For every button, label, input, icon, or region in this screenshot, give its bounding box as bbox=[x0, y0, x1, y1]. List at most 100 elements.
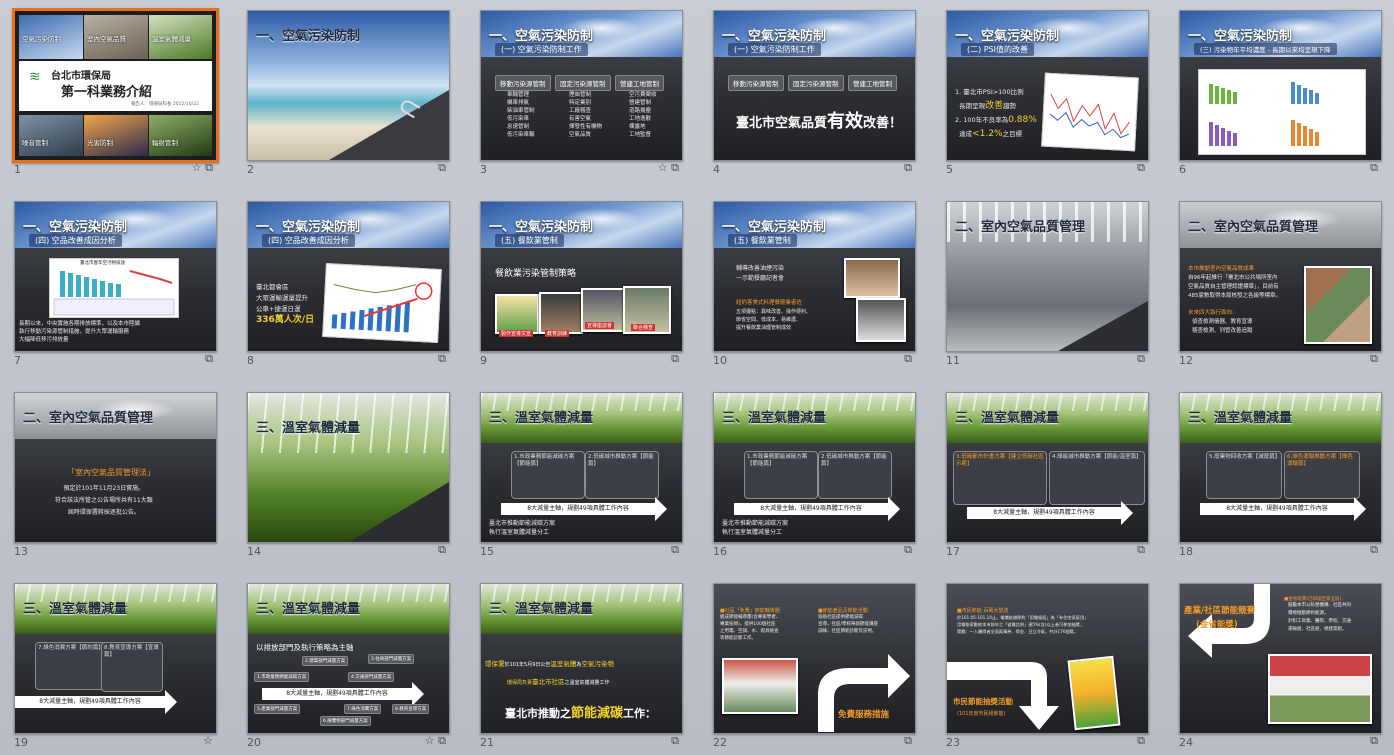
text-line: 2. 100年不良率為 bbox=[955, 116, 1009, 124]
transition-icon[interactable]: ⧉ bbox=[438, 543, 446, 556]
slide-number: 6 bbox=[1179, 163, 1186, 176]
slide-thumbnail-16[interactable]: 三、溫室氣體減量 1.市政業務節能減碳方案【節能篇】 2.低碳城市推動方案【節能… bbox=[713, 392, 916, 558]
slide-title: 三、溫室氣體減量 bbox=[23, 602, 128, 617]
slide-thumbnail-22[interactable]: ■社區「免費」節能輔導團 組成節能輔導團(含專家學者、 專業技師)，提供100個社… bbox=[713, 583, 916, 749]
transition-icon[interactable]: ⧉ bbox=[205, 352, 213, 365]
transition-icon[interactable]: ⧉ bbox=[904, 734, 912, 747]
slide-thumbnail-13[interactable]: 二、室內空氣品質管理 「室內空氣品質管理法」 預定於101年11月23日實施。符… bbox=[14, 392, 217, 558]
sector-pill: 6.廢棄物部門減量方案 bbox=[320, 716, 371, 726]
slide-title: 二、室內空氣品質管理 bbox=[23, 411, 154, 426]
cover-org: 台北市環保局 bbox=[51, 71, 111, 82]
axis-arrow: 8大減量主軸，規劃49項具體工作內容 bbox=[1200, 497, 1366, 521]
slide-number: 15 bbox=[480, 545, 494, 558]
slide-title: 三、溫室氣體減量 bbox=[1188, 411, 1293, 426]
slide-thumbnail-8[interactable]: 一、空氣污染防制 (四) 空品改善成因分析 臺北都會區 大眾運輸運量提升 公車+捷… bbox=[247, 201, 450, 367]
transition-icon[interactable]: ⧉ bbox=[1370, 161, 1378, 174]
slide-19-preview: 三、溫室氣體減量 7.綠色消費方案【節約篇】 8.教育宣導方案【宣導篇】 8大減… bbox=[14, 583, 217, 734]
cover-label: 溫室氣體減量 bbox=[152, 35, 191, 43]
slide-heading: 餐飲業污染管制策略 bbox=[495, 269, 577, 279]
text-line: 積極推動節約能源。 bbox=[1288, 611, 1329, 616]
transition-icon[interactable]: ⧉ bbox=[1137, 352, 1145, 365]
slide-thumbnail-11[interactable]: 二、室內空氣品質管理 11 ⧉ bbox=[946, 201, 1149, 367]
pollutant-bar-charts bbox=[1209, 82, 1319, 146]
transition-icon[interactable]: ⧉ bbox=[1137, 161, 1145, 174]
slide-16-preview: 三、溫室氣體減量 1.市政業務節能減碳方案【節能篇】 2.低碳城市推動方案【節能… bbox=[713, 392, 916, 543]
transition-icon[interactable]: ⧉ bbox=[904, 352, 912, 365]
slide-12-preview: 二、室內空氣品質管理 本市推動室內空氣品質成果 自96年起推行「臺北市公共場所室… bbox=[1179, 201, 1382, 352]
slide-title: 三、溫室氣體減量 bbox=[489, 602, 594, 617]
slide-1-preview: 空氣污染防制 室內空氣品質 溫室氣體減量 ≋ 台北市環保局 第一科業務介紹 報告… bbox=[12, 8, 219, 163]
transition-icon[interactable]: ⧉ bbox=[904, 543, 912, 556]
transition-icon[interactable]: ⧉ bbox=[438, 161, 446, 174]
slide-thumbnail-9[interactable]: 一、空氣污染防制 (五) 餐飲業管制 餐飲業污染管制策略 製作宣導文宣 教育訓練… bbox=[480, 201, 683, 367]
animation-star-icon[interactable]: ☆ bbox=[658, 161, 668, 174]
slide-4-preview: 一、空氣污染防制 (一) 空氣污染防制工作 移動污染源管制 固定污染源管制 營建… bbox=[713, 10, 916, 161]
slide-title: 一、空氣污染防制 bbox=[722, 220, 827, 235]
transition-icon[interactable]: ⧉ bbox=[671, 352, 679, 365]
transition-icon[interactable]: ⧉ bbox=[1137, 734, 1145, 747]
cover-tile-radiation: 輻射管制 bbox=[149, 115, 212, 156]
transition-icon[interactable]: ⧉ bbox=[1137, 543, 1145, 556]
transition-icon[interactable]: ⧉ bbox=[1370, 543, 1378, 556]
axis-arrow-label: 8大減量主軸，規劃49項具體工作內容 bbox=[1226, 505, 1328, 512]
text-line: 長期以來，中央實施各期排放標準，以及本市陸續 bbox=[19, 321, 141, 327]
transition-icon[interactable]: ⧉ bbox=[671, 734, 679, 747]
transition-icon[interactable]: ⧉ bbox=[671, 543, 679, 556]
slide-thumbnail-5[interactable]: 一、空氣污染防制 (二) PSI值的改善 1. 臺北市PSI>100比例 長期呈… bbox=[946, 10, 1149, 176]
slide-title: 一、空氣污染防制 bbox=[23, 220, 128, 235]
slide-thumbnail-21[interactable]: 三、溫室氣體減量 環保署於101年5月9日公告溫室氣體為空氣污染物 環保局負責臺… bbox=[480, 583, 683, 749]
animation-star-icon[interactable]: ☆ bbox=[192, 161, 202, 174]
slide-thumbnail-1[interactable]: 空氣污染防制 室內空氣品質 溫室氣體減量 ≋ 台北市環保局 第一科業務介紹 報告… bbox=[12, 8, 219, 176]
text-emphasis: 0.88% bbox=[1008, 115, 1037, 125]
slide-number: 21 bbox=[480, 736, 494, 749]
slide-9-preview: 一、空氣污染防制 (五) 餐飲業管制 餐飲業污染管制策略 製作宣導文宣 教育訓練… bbox=[480, 201, 683, 352]
category-pill: 移動污染源管制 bbox=[495, 75, 551, 91]
slide-thumbnail-4[interactable]: 一、空氣污染防制 (一) 空氣污染防制工作 移動污染源管制 固定污染源管制 營建… bbox=[713, 10, 916, 176]
sector-pill: 7.綠色消費方案 bbox=[344, 704, 382, 714]
slide-thumbnail-15[interactable]: 三、溫室氣體減量 1.市政業務節能減碳方案【節能篇】 2.低碳城市推動方案【節能… bbox=[480, 392, 683, 558]
headline-text: 臺北市空氣品質 bbox=[736, 116, 828, 131]
transition-icon[interactable]: ⧉ bbox=[438, 734, 446, 747]
slide-thumbnail-18[interactable]: 三、溫室氣體減量 5.廢棄物回收方案【減廢篇】 6.綠色運輸推動方案【綠色運輸篇… bbox=[1179, 392, 1382, 558]
slide-thumbnail-12[interactable]: 二、室內空氣品質管理 本市推動室內空氣品質成果 自96年起推行「臺北市公共場所室… bbox=[1179, 201, 1382, 367]
slide-number: 1 bbox=[14, 163, 21, 176]
photo-restaurant-staff bbox=[856, 298, 906, 342]
slide-thumbnail-6[interactable]: 一、空氣污染防制 (三) 污染物年平均濃度 - 長期以來均呈現下降 6 ⧉ bbox=[1179, 10, 1382, 176]
slide-thumbnail-23[interactable]: ■市民節能 百萬大放送 於101.05-101.10止，電價依據節約「用電級距」… bbox=[946, 583, 1149, 749]
slide-thumbnail-2[interactable]: 一、空氣污染防制 ⊂ 2 ⧉ bbox=[247, 10, 450, 176]
transition-icon[interactable]: ⧉ bbox=[1370, 352, 1378, 365]
photo-caption: 製作宣導文宣 bbox=[499, 330, 534, 337]
slide-number: 2 bbox=[247, 163, 254, 176]
slide-number: 13 bbox=[14, 545, 28, 558]
slide-title: 一、空氣污染防制 bbox=[256, 220, 361, 235]
pollutant-charts-image bbox=[1198, 69, 1366, 155]
slide-thumbnail-20[interactable]: 三、溫室氣體減量 以排放部門及執行策略為主軸 2.建築部門減量方案 3.住商部門… bbox=[247, 583, 450, 749]
slide-thumbnail-17[interactable]: 三、溫室氣體減量 3.低碳都市計畫方案【建立低碳社區示範】 4.綠能城市推動方案… bbox=[946, 392, 1149, 558]
transition-icon[interactable]: ⧉ bbox=[904, 161, 912, 174]
plan-box: 4.綠能城市推動方案【節能/溫室篇】 bbox=[1049, 451, 1145, 505]
slide-thumbnail-7[interactable]: 一、空氣污染防制 (四) 空品改善成因分析 臺北市歷年空污物排放 長期以來，中央… bbox=[14, 201, 217, 367]
animation-star-icon[interactable]: ☆ bbox=[203, 734, 213, 747]
slide-thumbnail-3[interactable]: 一、空氣污染防制 (一) 空氣污染防制工作 移動污染源管制 固定污染源管制 營建… bbox=[480, 10, 683, 176]
slide-thumbnail-10[interactable]: 一、空氣污染防制 (五) 餐飲業管制 輔導改善油煙污染 一示範餐廳記者會 紐約客美… bbox=[713, 201, 916, 367]
list-item: 低污染車 bbox=[507, 116, 530, 122]
plan-box: 5.廢棄物回收方案【減廢篇】 bbox=[1206, 451, 1282, 499]
cover-meta: 報告人：環保局科長 2012/10/22 bbox=[131, 102, 199, 107]
transition-icon[interactable]: ⧉ bbox=[205, 161, 213, 174]
slide-thumbnail-19[interactable]: 三、溫室氣體減量 7.綠色消費方案【節約篇】 8.教育宣導方案【宣導篇】 8大減… bbox=[14, 583, 217, 749]
plan-box: 1.市政業務節能減碳方案【節能篇】 bbox=[511, 451, 585, 499]
plan-box: 3.低碳都市計畫方案【建立低碳社區示範】 bbox=[953, 451, 1047, 505]
slide-title: 二、室內空氣品質管理 bbox=[955, 220, 1086, 235]
axis-arrow: 8大減量主軸，規劃49項具體工作內容 bbox=[967, 501, 1133, 525]
slide-thumbnail-14[interactable]: 三、溫室氣體減量 14 ⧉ bbox=[247, 392, 450, 558]
text-line: 公車+捷運日運 bbox=[256, 305, 301, 313]
slide-title: 三、溫室氣體減量 bbox=[256, 421, 361, 436]
text-emphasis: <1.2% bbox=[972, 129, 1003, 139]
slide-thumbnail-24[interactable]: 產業/社區節能競賽 (金省能獎) ■金省能獎(已辦理至第五屆) 鼓勵本市公私營機… bbox=[1179, 583, 1382, 749]
transition-icon[interactable]: ⧉ bbox=[1370, 734, 1378, 747]
animation-star-icon[interactable]: ☆ bbox=[425, 734, 435, 747]
transition-icon[interactable]: ⧉ bbox=[438, 352, 446, 365]
transition-icon[interactable]: ⧉ bbox=[671, 161, 679, 174]
slide-24-preview: 產業/社區節能競賽 (金省能獎) ■金省能獎(已辦理至第五屆) 鼓勵本市公私營機… bbox=[1179, 583, 1382, 734]
list-item: 工地監督 bbox=[629, 132, 652, 138]
